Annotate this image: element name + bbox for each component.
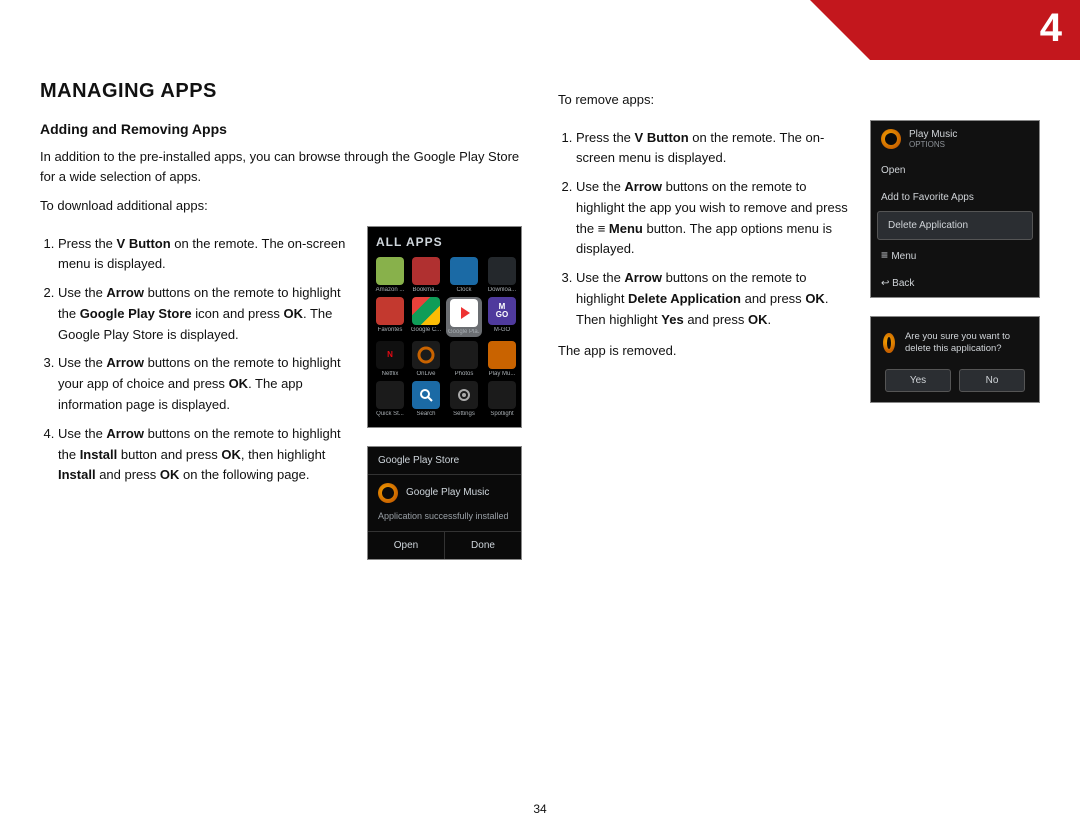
remove-steps: Press the V Button on the remote. The on…: [576, 128, 856, 331]
page-number: 34: [533, 802, 546, 816]
remove-lead: To remove apps:: [558, 90, 1040, 110]
app-tile-settings: Settings: [446, 381, 482, 417]
figure-options-menu: Play Music OPTIONS Open Add to Favorite …: [870, 120, 1040, 298]
download-step-2: Use the Arrow buttons on the remote to h…: [58, 283, 353, 345]
download-step-1: Press the V Button on the remote. The on…: [58, 234, 353, 276]
option-delete-application-selected: Delete Application: [877, 211, 1033, 240]
option-open: Open: [871, 157, 1039, 184]
app-tile-play-store-highlighted: Google Pla...: [446, 297, 482, 337]
chapter-corner: 4: [810, 0, 1080, 60]
options-subtitle: OPTIONS: [909, 140, 957, 149]
app-tile-onlive: OnLive: [410, 341, 442, 377]
install-app-name: Google Play Music: [406, 487, 489, 498]
app-tile-photos: Photos: [446, 341, 482, 377]
install-success-message: Application successfully installed: [368, 511, 521, 531]
app-tile-bookmarks: Bookma...: [410, 257, 442, 293]
confirm-question: Are you sure you want to delete this app…: [905, 331, 1027, 356]
chapter-number: 4: [1040, 6, 1062, 51]
figure-all-apps: ALL APPS Amazon ... Bookma... Clock Down…: [367, 226, 522, 428]
remove-step-3: Use the Arrow buttons on the remote to h…: [576, 268, 856, 330]
play-music-icon: [881, 129, 901, 149]
install-dialog-header: Google Play Store: [368, 447, 521, 475]
app-tile-quick-start: Quick St...: [374, 381, 406, 417]
app-tile-spotlight: Spotlight: [486, 381, 518, 417]
remove-step-2: Use the Arrow buttons on the remote to h…: [576, 177, 856, 260]
play-music-icon: [883, 333, 895, 353]
figure-confirm-delete: Are you sure you want to delete this app…: [870, 316, 1040, 404]
option-menu: Menu: [871, 240, 1039, 270]
download-step-4: Use the Arrow buttons on the remote to h…: [58, 424, 353, 486]
app-tile-favorites: Favorites: [374, 297, 406, 337]
download-steps: Press the V Button on the remote. The on…: [58, 234, 353, 487]
app-tile-mgo: MGOM-GO: [486, 297, 518, 337]
confirm-no-button: No: [959, 369, 1025, 392]
remove-step-1: Press the V Button on the remote. The on…: [576, 128, 856, 170]
subsection-heading: Adding and Removing Apps: [40, 121, 522, 137]
app-tile-play-music: Play Mu...: [486, 341, 518, 377]
app-tile-chrome: Google C...: [410, 297, 442, 337]
install-done-button: Done: [444, 532, 521, 559]
options-title: Play Music: [909, 129, 957, 140]
figure-install-dialog: Google Play Store Google Play Music Appl…: [367, 446, 522, 560]
confirm-yes-button: Yes: [885, 369, 951, 392]
remove-done-text: The app is removed.: [558, 341, 856, 361]
app-tile-amazon: Amazon ...: [374, 257, 406, 293]
option-back: Back: [871, 270, 1039, 297]
app-tile-clock: Clock: [446, 257, 482, 293]
intro-text: In addition to the pre-installed apps, y…: [40, 147, 522, 186]
play-music-icon: [378, 483, 398, 503]
all-apps-title: ALL APPS: [368, 227, 521, 253]
app-tile-netflix: NNetflix: [374, 341, 406, 377]
install-open-button: Open: [368, 532, 444, 559]
app-tile-search: Search: [410, 381, 442, 417]
option-add-favorite: Add to Favorite Apps: [871, 184, 1039, 211]
download-step-3: Use the Arrow buttons on the remote to h…: [58, 353, 353, 415]
download-lead: To download additional apps:: [40, 196, 522, 216]
section-heading: MANAGING APPS: [40, 80, 522, 103]
app-tile-downloads: Downloa...: [486, 257, 518, 293]
